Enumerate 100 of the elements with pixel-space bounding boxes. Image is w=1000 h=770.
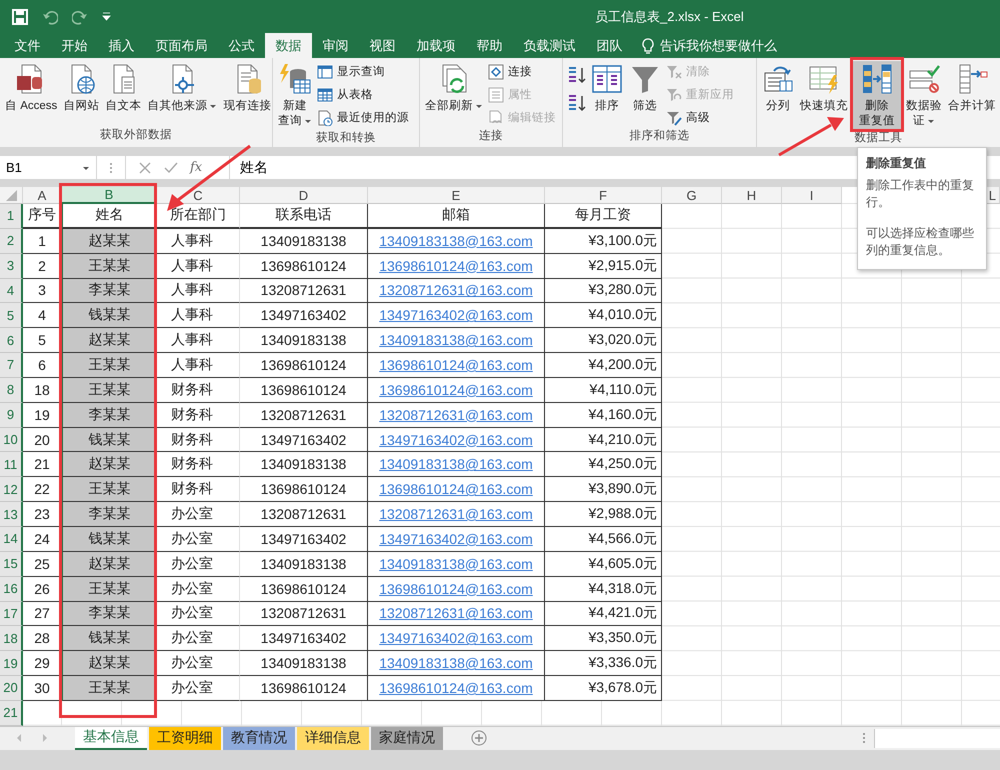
email-link[interactable]: 13409183138@163.com bbox=[379, 456, 533, 472]
column-header[interactable]: C bbox=[157, 187, 240, 204]
sheet-tab[interactable]: 家庭情况 bbox=[371, 726, 443, 750]
row-number[interactable]: 4 bbox=[0, 278, 23, 304]
column-header[interactable]: G bbox=[662, 187, 722, 204]
lightbulb-icon[interactable] bbox=[641, 38, 655, 54]
ribbon-button[interactable]: 自网站 bbox=[62, 61, 100, 115]
add-sheet-icon[interactable] bbox=[471, 730, 487, 746]
ribbon-tab[interactable]: 负载测试 bbox=[513, 33, 586, 58]
ribbon-tab[interactable]: 文件 bbox=[4, 33, 51, 58]
column-header[interactable]: E bbox=[368, 187, 545, 204]
email-link[interactable]: 13208712631@163.com bbox=[379, 406, 533, 423]
row-number[interactable]: 14 bbox=[0, 526, 23, 552]
column-header[interactable]: D bbox=[240, 187, 368, 204]
ribbon-button[interactable]: 自文本 bbox=[104, 61, 142, 115]
ribbon-button[interactable]: 数据验 证 bbox=[905, 61, 943, 130]
ribbon-tab[interactable]: 帮助 bbox=[466, 33, 513, 58]
ribbon-button[interactable]: 删除 重复值 bbox=[853, 61, 901, 130]
undo-icon[interactable] bbox=[42, 8, 58, 24]
ribbon-button[interactable]: 现有连接 bbox=[222, 61, 272, 115]
ribbon-tab[interactable]: 开始 bbox=[51, 33, 98, 58]
email-link[interactable]: 13497163402@163.com bbox=[379, 630, 533, 646]
row-number[interactable]: 8 bbox=[0, 378, 23, 403]
row-number[interactable]: 12 bbox=[0, 477, 23, 502]
row-number[interactable]: 17 bbox=[0, 602, 23, 626]
sheet-tab[interactable]: 基本信息 bbox=[75, 726, 147, 750]
email-link[interactable]: 13698610124@163.com bbox=[379, 258, 533, 274]
ribbon-tab[interactable]: 审阅 bbox=[312, 33, 359, 58]
row-number[interactable]: 11 bbox=[0, 452, 23, 478]
sort-descending-icon[interactable] bbox=[567, 92, 586, 112]
row-number[interactable]: 1 bbox=[0, 204, 23, 229]
tell-me-field[interactable]: 告诉我你想要做什么 bbox=[660, 36, 777, 54]
email-link[interactable]: 13698610124@163.com bbox=[379, 481, 533, 498]
enter-icon[interactable] bbox=[164, 160, 178, 174]
insert-function-button[interactable]: fx bbox=[190, 160, 202, 175]
row-number[interactable]: 3 bbox=[0, 254, 23, 279]
row-number[interactable]: 10 bbox=[0, 428, 23, 452]
email-link[interactable]: 13208712631@163.com bbox=[379, 605, 533, 622]
email-link[interactable]: 13409183138@163.com bbox=[379, 556, 533, 572]
ribbon-tab[interactable]: 数据 bbox=[265, 33, 312, 58]
sheet-tab[interactable]: 详细信息 bbox=[297, 726, 369, 750]
ribbon-button[interactable]: 连接 bbox=[488, 61, 556, 82]
ribbon-tab[interactable]: 团队 bbox=[586, 33, 633, 58]
ribbon-button[interactable]: 全部刷新 bbox=[424, 61, 484, 115]
drag-handle-icon[interactable] bbox=[862, 732, 866, 744]
scroll-right-icon[interactable] bbox=[41, 733, 49, 744]
redo-icon[interactable] bbox=[72, 8, 88, 24]
email-link[interactable]: 13208712631@163.com bbox=[379, 282, 533, 298]
ribbon-button[interactable]: 显示查询 bbox=[317, 61, 409, 82]
row-number[interactable]: 7 bbox=[0, 353, 23, 378]
row-number[interactable]: 6 bbox=[0, 328, 23, 354]
row-number[interactable]: 13 bbox=[0, 502, 23, 527]
column-header[interactable]: I bbox=[782, 187, 842, 204]
ribbon-button[interactable]: 自 Access bbox=[4, 61, 58, 115]
ribbon-tab[interactable]: 公式 bbox=[218, 33, 265, 58]
email-link[interactable]: 13409183138@163.com bbox=[379, 655, 533, 672]
ribbon-button[interactable]: 自其他来源 bbox=[146, 61, 218, 115]
ribbon-tab[interactable]: 加载项 bbox=[406, 33, 466, 58]
row-number[interactable]: 16 bbox=[0, 576, 23, 602]
column-header[interactable]: H bbox=[722, 187, 782, 204]
ribbon-button[interactable]: 快速填充 bbox=[799, 61, 849, 115]
ribbon-button[interactable]: 排序 bbox=[590, 61, 624, 115]
email-link[interactable]: 13497163402@163.com bbox=[379, 307, 533, 324]
row-number[interactable]: 2 bbox=[0, 228, 23, 254]
cancel-icon[interactable] bbox=[138, 160, 152, 174]
row-number[interactable]: 19 bbox=[0, 651, 23, 676]
ribbon-button[interactable]: 最近使用的源 bbox=[317, 107, 409, 128]
email-link[interactable]: 13208712631@163.com bbox=[379, 506, 533, 522]
customize-icon[interactable] bbox=[102, 12, 111, 21]
column-header[interactable]: A bbox=[23, 187, 62, 204]
sort-ascending-icon[interactable] bbox=[567, 64, 586, 84]
email-link[interactable]: 13497163402@163.com bbox=[379, 432, 533, 448]
ribbon-tab[interactable]: 视图 bbox=[359, 33, 406, 58]
row-number[interactable]: 9 bbox=[0, 402, 23, 428]
sheet-tab[interactable]: 教育情况 bbox=[223, 726, 295, 750]
name-box[interactable]: B1 bbox=[0, 156, 97, 179]
email-link[interactable]: 13698610124@163.com bbox=[379, 680, 533, 696]
ribbon-button[interactable]: 分列 bbox=[761, 61, 795, 115]
row-number[interactable]: 5 bbox=[0, 303, 23, 328]
sheet-tab[interactable]: 工资明细 bbox=[149, 726, 221, 750]
row-number[interactable]: 21 bbox=[0, 700, 23, 726]
row-number[interactable]: 18 bbox=[0, 626, 23, 652]
save-icon[interactable] bbox=[12, 8, 28, 24]
horizontal-scrollbar[interactable] bbox=[874, 728, 1000, 748]
row-number[interactable]: 15 bbox=[0, 552, 23, 577]
ribbon-button[interactable]: 从表格 bbox=[317, 84, 409, 105]
ribbon-button[interactable]: 高级 bbox=[666, 107, 734, 128]
column-header[interactable]: F bbox=[545, 187, 662, 204]
column-header[interactable]: B bbox=[62, 187, 157, 204]
row-number[interactable]: 20 bbox=[0, 676, 23, 701]
formula-content[interactable]: 姓名 bbox=[240, 158, 268, 176]
email-link[interactable]: 13698610124@163.com bbox=[379, 382, 533, 398]
scroll-left-icon[interactable] bbox=[15, 733, 23, 744]
ribbon-button[interactable]: 合并计算 bbox=[947, 61, 997, 115]
ribbon-button[interactable]: 筛选 bbox=[628, 61, 662, 115]
email-link[interactable]: 13497163402@163.com bbox=[379, 530, 533, 547]
ribbon-button[interactable]: 新建 查询 bbox=[277, 61, 313, 130]
email-link[interactable]: 13409183138@163.com bbox=[379, 332, 533, 348]
ribbon-tab[interactable]: 插入 bbox=[98, 33, 145, 58]
email-link[interactable]: 13698610124@163.com bbox=[379, 356, 533, 373]
